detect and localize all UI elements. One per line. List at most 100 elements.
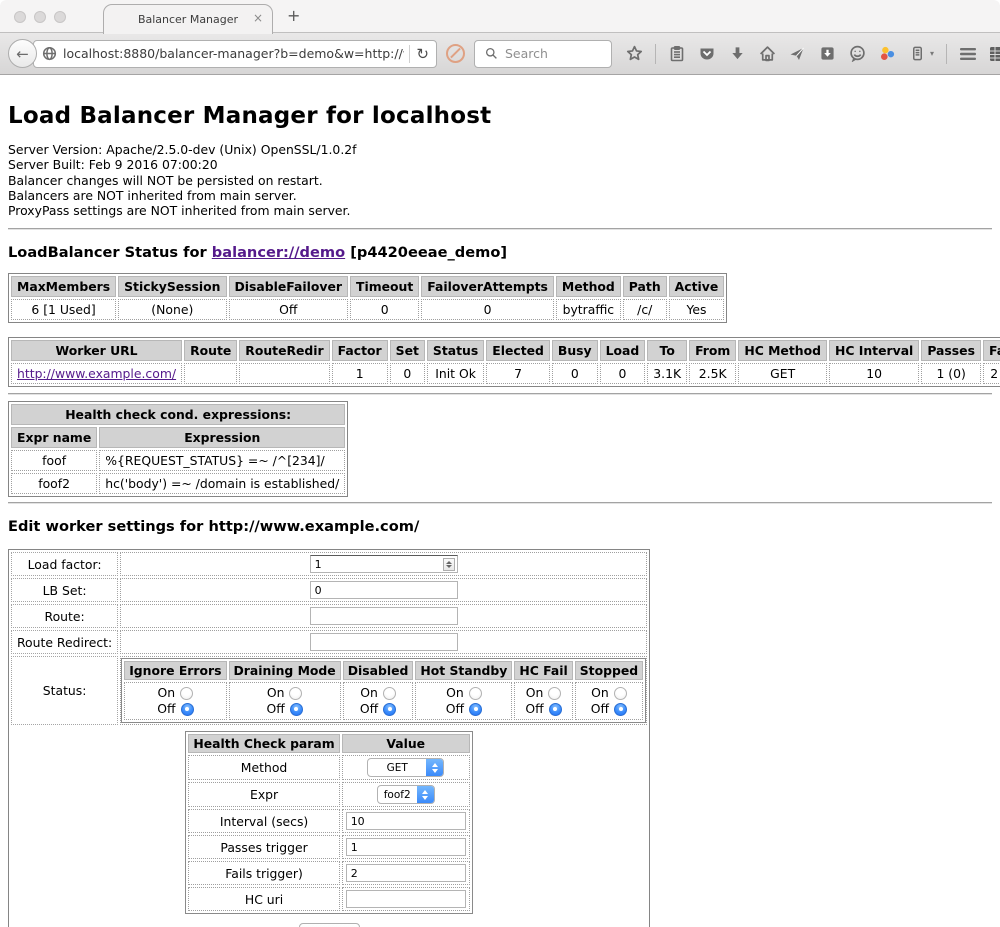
chat-smiley-icon[interactable] <box>848 45 866 63</box>
column-header: Timeout <box>350 276 419 297</box>
adblock-icon[interactable] <box>446 44 465 63</box>
table-cell: GET <box>738 363 827 384</box>
downloads-icon[interactable] <box>728 45 746 63</box>
menu-hamburger-icon[interactable] <box>959 45 977 63</box>
table-cell: 2.5K <box>689 363 736 384</box>
browser-window: Balancer Manager × + ← ↻ <box>0 0 1000 927</box>
page-content: Load Balancer Manager for localhost Serv… <box>0 103 1000 927</box>
radio-on-unchecked[interactable] <box>180 687 193 700</box>
column-header: Factor <box>332 340 388 361</box>
search-bar[interactable] <box>474 40 612 68</box>
column-header: To <box>647 340 687 361</box>
column-header: HC Fail <box>514 661 572 680</box>
send-page-icon[interactable] <box>788 45 806 63</box>
radio-off-checked[interactable] <box>383 703 396 716</box>
reading-list-icon[interactable] <box>668 45 686 63</box>
balancers-notice-line: Balancers are NOT inherited from main se… <box>8 188 992 203</box>
url-divider <box>409 45 410 63</box>
on-label: On <box>360 685 378 701</box>
tab-title: Balancer Manager <box>138 13 238 26</box>
tab-close-icon[interactable]: × <box>253 12 263 24</box>
radio-on-unchecked[interactable] <box>469 687 482 700</box>
chevron-down-icon[interactable]: ▾ <box>930 49 934 58</box>
minimize-window-button[interactable] <box>34 11 46 23</box>
save-to-extension-icon[interactable] <box>818 45 836 63</box>
bookmark-star-icon[interactable] <box>625 45 643 63</box>
proxypass-notice-line: ProxyPass settings are NOT inherited fro… <box>8 203 992 218</box>
table-header-row: Health Check param Value <box>188 734 469 753</box>
radio-off-checked[interactable] <box>614 703 627 716</box>
pocket-icon[interactable] <box>698 45 716 63</box>
search-input[interactable] <box>505 46 595 61</box>
radio-off-checked[interactable] <box>549 703 562 716</box>
hc-passes-input[interactable] <box>346 838 466 856</box>
number-stepper-icon[interactable] <box>443 558 455 571</box>
new-tab-button[interactable]: + <box>287 8 300 24</box>
on-label: On <box>267 685 285 701</box>
expr-name-cell: foof <box>11 450 97 471</box>
radio-on-unchecked[interactable] <box>289 687 302 700</box>
radio-off-checked[interactable] <box>290 703 303 716</box>
submit-button[interactable]: Submit <box>299 923 360 927</box>
page-title: Load Balancer Manager for localhost <box>8 103 992 129</box>
status-draining-mode-cell: On Off <box>229 682 341 720</box>
table-cell: 10 <box>829 363 919 384</box>
radio-on-unchecked[interactable] <box>614 687 627 700</box>
table-cell: Off <box>229 299 349 320</box>
column-header: Fails <box>983 340 1000 361</box>
off-label: Off <box>157 701 175 717</box>
expr-value-cell: hc('body') =~ /domain is established/ <box>99 473 345 494</box>
home-icon[interactable] <box>758 45 776 63</box>
balancer-demo-link[interactable]: balancer://demo <box>212 244 345 261</box>
column-header: Route <box>184 340 237 361</box>
status-label: Status: <box>11 656 118 725</box>
form-row-lb-set: LB Set: <box>11 578 647 602</box>
column-header: FailoverAttempts <box>421 276 554 297</box>
on-label: On <box>526 685 544 701</box>
table-title-row: Health check cond. expressions: <box>11 404 345 425</box>
table-cell <box>184 363 237 384</box>
server-built-line: Server Built: Feb 9 2016 07:00:20 <box>8 157 992 172</box>
expr-value-cell: %{REQUEST_STATUS} =~ /^[234]/ <box>99 450 345 471</box>
load-factor-input[interactable] <box>310 555 458 573</box>
route-input[interactable] <box>310 607 458 625</box>
column-header: MaxMembers <box>11 276 116 297</box>
back-button[interactable]: ← <box>8 39 37 68</box>
hc-uri-input[interactable] <box>346 890 466 908</box>
hc-fails-input[interactable] <box>346 864 466 882</box>
close-window-button[interactable] <box>14 11 26 23</box>
radio-off-checked[interactable] <box>181 703 194 716</box>
column-header: Ignore Errors <box>124 661 226 680</box>
hc-expr-select[interactable]: foof2 <box>377 785 435 804</box>
off-label: Off <box>360 701 378 717</box>
column-header: Worker URL <box>11 340 182 361</box>
zoom-window-button[interactable] <box>54 11 66 23</box>
column-header: Busy <box>552 340 598 361</box>
route-redirect-input[interactable] <box>310 633 458 651</box>
balancer-status-table: MaxMembers StickySession DisableFailover… <box>8 273 727 323</box>
lb-set-input[interactable] <box>310 581 458 599</box>
hc-interval-input[interactable] <box>346 812 466 830</box>
table-cell: 7 <box>486 363 550 384</box>
hc-method-select[interactable]: GET <box>367 758 444 777</box>
table-cell: 0 <box>552 363 598 384</box>
window-controls[interactable] <box>14 11 66 23</box>
browser-tab[interactable]: Balancer Manager × <box>103 4 273 34</box>
radio-on-unchecked[interactable] <box>548 687 561 700</box>
colored-dots-extension-icon[interactable] <box>878 45 896 63</box>
url-input[interactable] <box>63 46 404 61</box>
load-factor-stepper[interactable] <box>310 555 458 573</box>
container-tab-icon[interactable] <box>908 45 926 63</box>
url-bar[interactable]: ↻ <box>33 40 437 68</box>
sidebar-grid-icon[interactable] <box>989 45 1000 63</box>
form-row-route: Route: <box>11 604 647 628</box>
radio-on-unchecked[interactable] <box>383 687 396 700</box>
hc-fails-row: Fails trigger) <box>188 861 469 885</box>
route-redirect-label: Route Redirect: <box>11 630 118 654</box>
site-identity-globe-icon[interactable] <box>40 45 58 63</box>
worker-url-link[interactable]: http://www.example.com/ <box>17 366 176 381</box>
server-info: Server Version: Apache/2.5.0-dev (Unix) … <box>8 142 992 218</box>
table-cell: 3.1K <box>647 363 687 384</box>
radio-off-checked[interactable] <box>469 703 482 716</box>
reload-icon[interactable]: ↻ <box>415 45 430 63</box>
